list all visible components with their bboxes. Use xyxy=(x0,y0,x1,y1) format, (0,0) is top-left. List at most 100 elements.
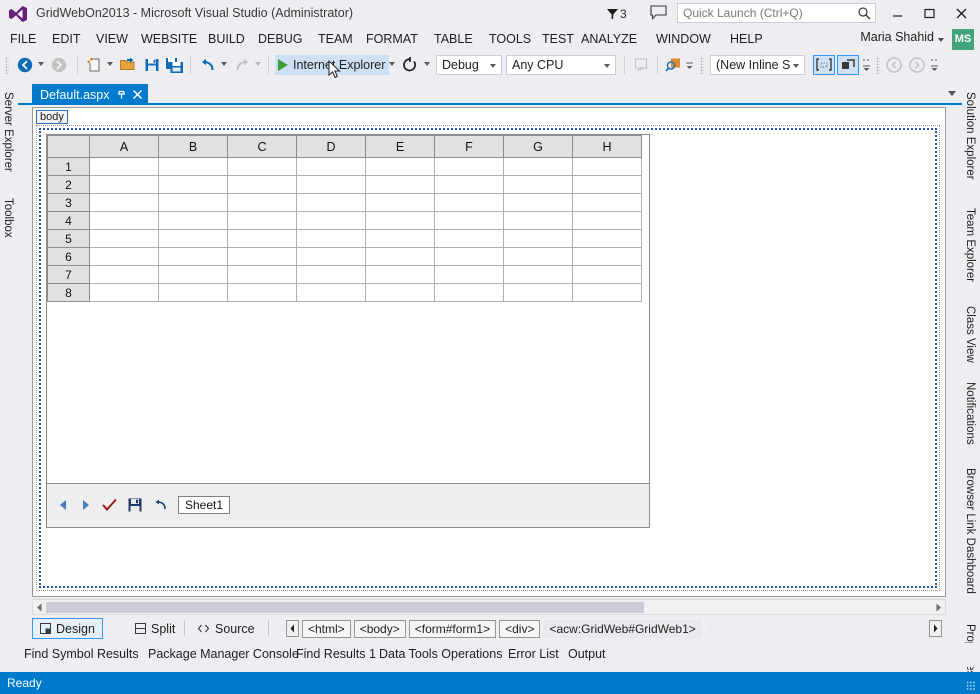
cell-d4[interactable] xyxy=(296,211,366,230)
next-sheet-arrow-icon[interactable] xyxy=(80,499,91,511)
cell-b6[interactable] xyxy=(158,247,228,266)
cell-b8[interactable] xyxy=(158,283,228,302)
scroll-left-arrow-icon[interactable] xyxy=(34,602,45,613)
designer-horizontal-scrollbar[interactable] xyxy=(32,599,946,615)
cell-e7[interactable] xyxy=(365,265,435,284)
run-target-dropdown[interactable] xyxy=(389,62,395,66)
menu-test[interactable]: TEST xyxy=(540,28,576,50)
cell-c8[interactable] xyxy=(227,283,297,302)
refresh-dropdown[interactable] xyxy=(424,62,430,66)
cell-e2[interactable] xyxy=(365,175,435,194)
column-header-b[interactable]: B xyxy=(158,135,228,158)
save-all-icon[interactable] xyxy=(165,56,184,74)
tab-default-aspx[interactable]: Default.aspx xyxy=(32,84,149,105)
cell-e5[interactable] xyxy=(365,229,435,248)
cell-a6[interactable] xyxy=(89,247,159,266)
toolbar-overflow-icon[interactable] xyxy=(862,56,871,74)
sidebar-item-team-explorer[interactable]: Team Explorer xyxy=(963,204,978,296)
tab-package-manager-console[interactable]: Package Manager Console xyxy=(148,645,299,665)
cell-b3[interactable] xyxy=(158,193,228,212)
cell-d5[interactable] xyxy=(296,229,366,248)
tag-div[interactable]: <div> xyxy=(499,619,541,638)
avatar[interactable]: MS xyxy=(952,29,974,50)
scrollbar-track[interactable] xyxy=(46,601,934,613)
cell-b2[interactable] xyxy=(158,175,228,194)
scrollbar-thumb[interactable] xyxy=(46,602,644,613)
new-item-dropdown[interactable] xyxy=(107,62,113,66)
menu-team[interactable]: TEAM xyxy=(316,28,355,50)
cell-f5[interactable] xyxy=(434,229,504,248)
toolbar-overflow-icon[interactable] xyxy=(930,56,939,74)
prev-sheet-arrow-icon[interactable] xyxy=(58,499,69,511)
tag-form[interactable]: <form#form1> xyxy=(408,619,497,638)
cell-g6[interactable] xyxy=(503,247,573,266)
cell-c4[interactable] xyxy=(227,211,297,230)
selection-marquee-button[interactable] xyxy=(813,55,835,75)
menu-view[interactable]: VIEW xyxy=(94,28,130,50)
quick-launch-input[interactable] xyxy=(678,4,850,22)
user-account-name[interactable]: Maria Shahid xyxy=(860,30,934,44)
cell-d3[interactable] xyxy=(296,193,366,212)
cell-h8[interactable] xyxy=(572,283,642,302)
scroll-right-arrow-icon[interactable] xyxy=(933,602,944,613)
cell-b1[interactable] xyxy=(158,157,228,176)
cell-b5[interactable] xyxy=(158,229,228,248)
submit-check-icon[interactable] xyxy=(102,498,117,512)
cell-h7[interactable] xyxy=(572,265,642,284)
cell-h6[interactable] xyxy=(572,247,642,266)
cell-g5[interactable] xyxy=(503,229,573,248)
tab-output[interactable]: Output xyxy=(568,645,606,665)
cell-f1[interactable] xyxy=(434,157,504,176)
cell-e4[interactable] xyxy=(365,211,435,230)
tab-design-view[interactable]: Design xyxy=(32,618,103,639)
design-surface[interactable]: body A B C D E F G H 1 2 3 4 5 6 7 8 She… xyxy=(32,107,946,597)
cell-d6[interactable] xyxy=(296,247,366,266)
find-in-files-icon[interactable] xyxy=(665,56,683,74)
cell-a4[interactable] xyxy=(89,211,159,230)
column-header-d[interactable]: D xyxy=(296,135,366,158)
new-item-icon[interactable] xyxy=(85,56,103,74)
toolbar-grip[interactable] xyxy=(700,57,704,74)
row-header-3[interactable]: 3 xyxy=(47,193,90,212)
cell-g4[interactable] xyxy=(503,211,573,230)
search-magnifier-icon[interactable] xyxy=(857,6,871,20)
menu-build[interactable]: BUILD xyxy=(206,28,247,50)
row-header-6[interactable]: 6 xyxy=(47,247,90,266)
tab-find-symbol-results[interactable]: Find Symbol Results xyxy=(24,645,139,665)
resize-grip-icon[interactable] xyxy=(966,681,976,691)
save-floppy-icon[interactable] xyxy=(128,498,142,512)
column-header-g[interactable]: G xyxy=(503,135,573,158)
sidebar-item-solution-explorer[interactable]: Solution Explorer xyxy=(963,88,978,198)
tab-error-list[interactable]: Error List xyxy=(508,645,559,665)
cell-a1[interactable] xyxy=(89,157,159,176)
cell-g7[interactable] xyxy=(503,265,573,284)
column-header-h[interactable]: H xyxy=(572,135,642,158)
expand-control-button[interactable] xyxy=(837,55,859,75)
menu-debug[interactable]: DEBUG xyxy=(256,28,304,50)
toolbar-overflow-icon[interactable] xyxy=(685,56,694,74)
start-debugging-button[interactable]: Internet Explorer xyxy=(275,55,390,75)
tab-split-view[interactable]: Split xyxy=(128,618,182,639)
tab-data-tools-operations[interactable]: Data Tools Operations xyxy=(379,645,502,665)
sidebar-item-toolbox[interactable]: Toolbox xyxy=(1,194,16,252)
cell-g2[interactable] xyxy=(503,175,573,194)
cell-d8[interactable] xyxy=(296,283,366,302)
tag-body[interactable]: <body> xyxy=(353,619,406,638)
cell-a3[interactable] xyxy=(89,193,159,212)
tag-gridweb[interactable]: <acw:GridWeb#GridWeb1> xyxy=(543,619,702,638)
sidebar-item-class-view[interactable]: Class View xyxy=(963,302,978,372)
sheet-tab-sheet1[interactable]: Sheet1 xyxy=(178,496,231,514)
column-header-f[interactable]: F xyxy=(434,135,504,158)
tag-scroll-left-icon[interactable] xyxy=(286,620,299,637)
menu-analyze[interactable]: ANALYZE xyxy=(579,28,639,50)
pin-icon[interactable] xyxy=(116,89,127,100)
menu-window[interactable]: WINDOW xyxy=(654,28,713,50)
cell-e6[interactable] xyxy=(365,247,435,266)
cell-c3[interactable] xyxy=(227,193,297,212)
cell-d1[interactable] xyxy=(296,157,366,176)
cell-e3[interactable] xyxy=(365,193,435,212)
cell-d2[interactable] xyxy=(296,175,366,194)
spreadsheet-grid[interactable]: A B C D E F G H 1 2 3 4 5 6 7 8 xyxy=(47,135,642,302)
feedback-speech-bubble-icon[interactable] xyxy=(650,5,667,20)
cell-d7[interactable] xyxy=(296,265,366,284)
